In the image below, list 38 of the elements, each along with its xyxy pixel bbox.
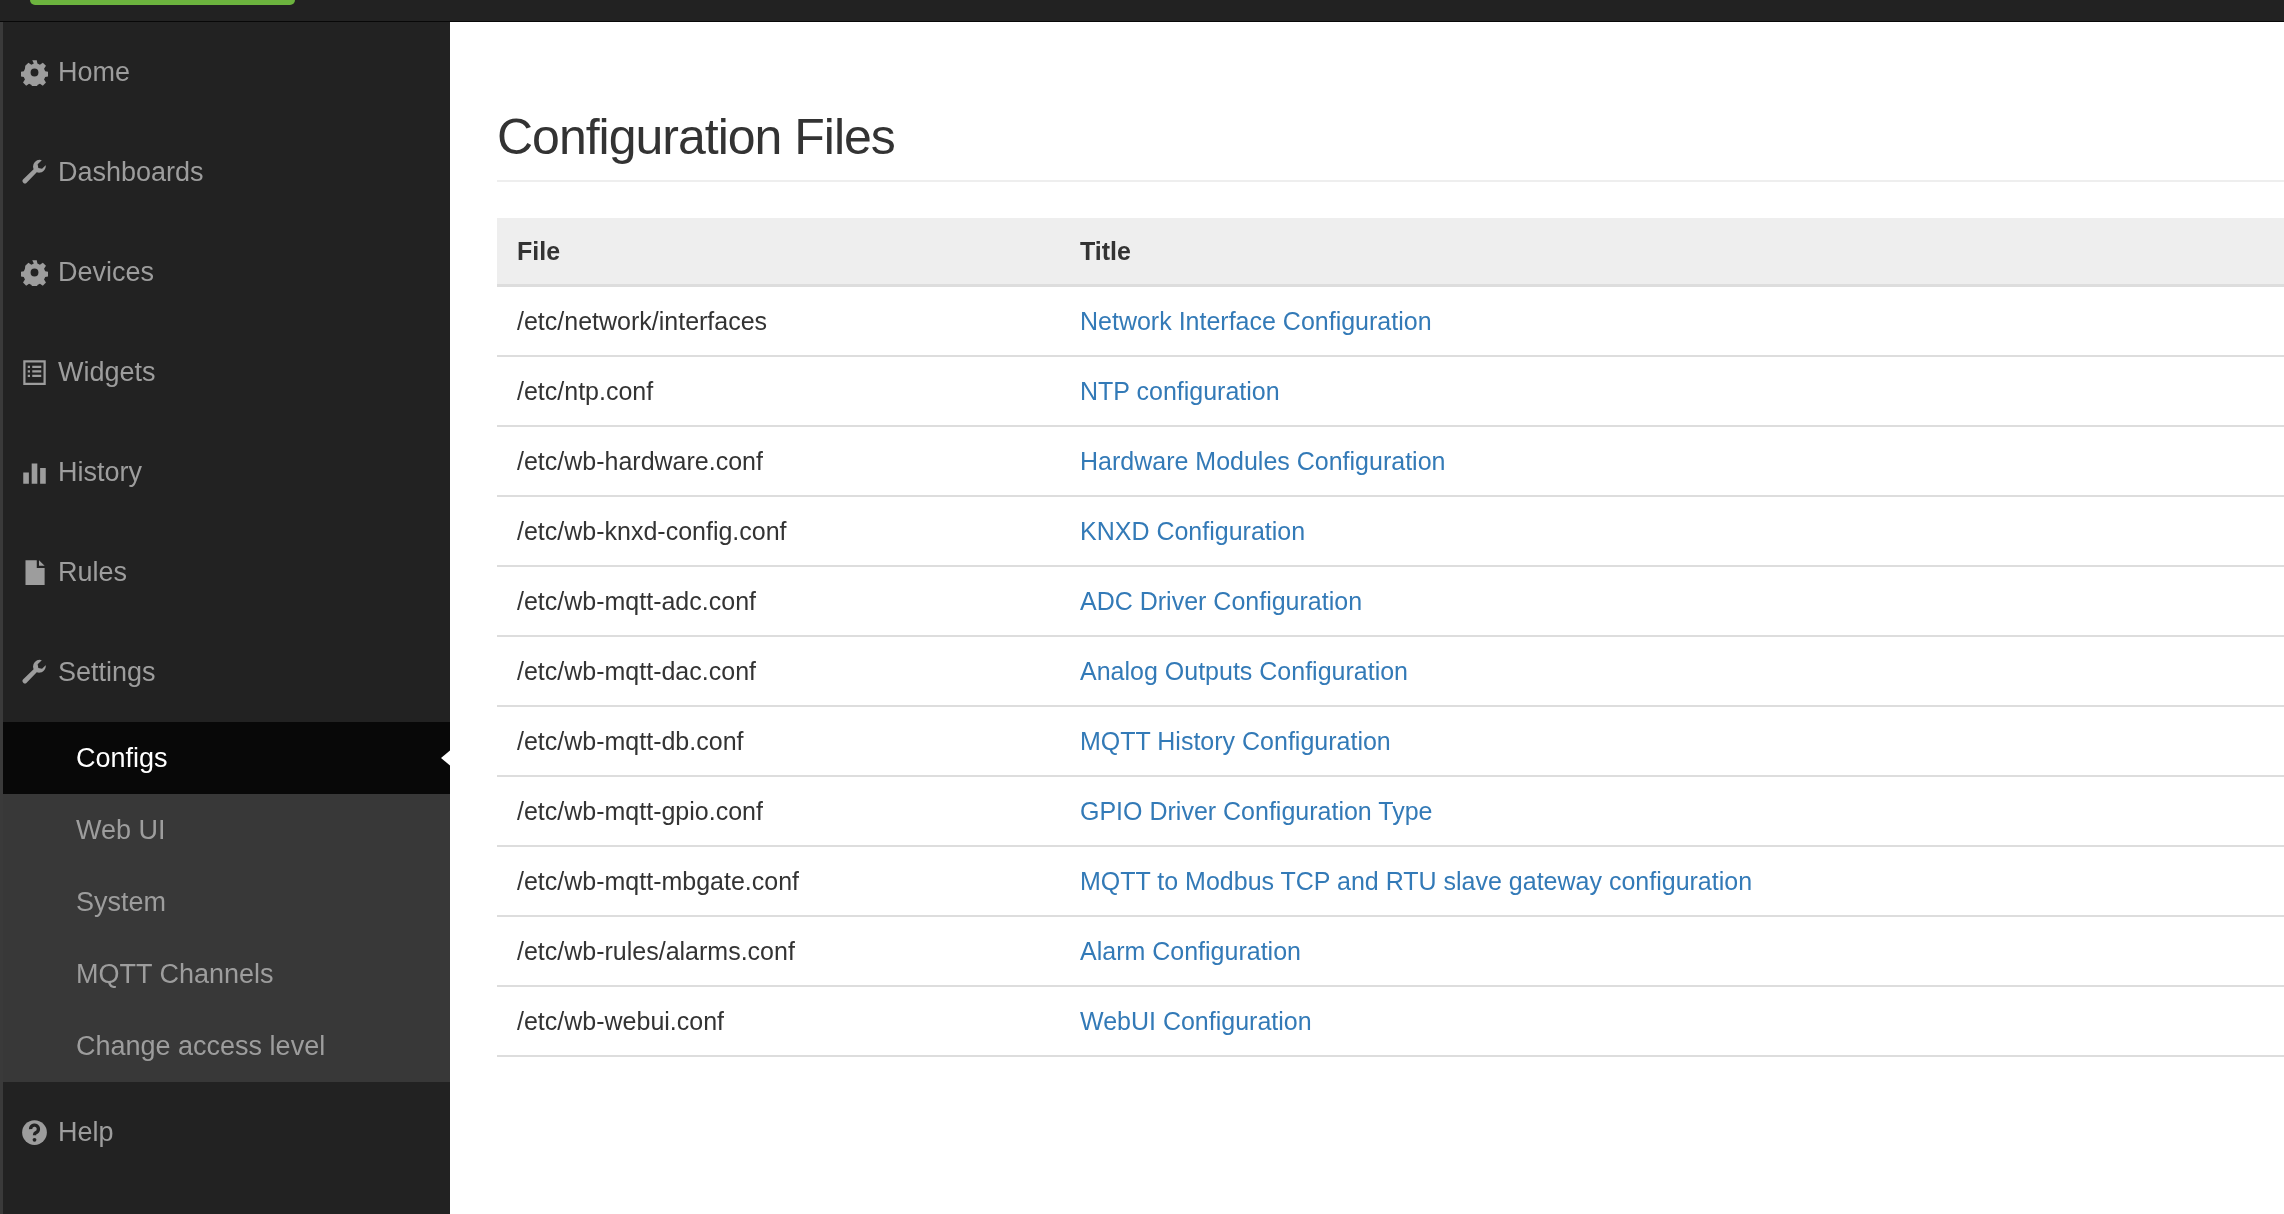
config-title-link[interactable]: MQTT History Configuration — [1080, 726, 1391, 755]
submenu-item[interactable]: Web UI — [3, 794, 450, 866]
nav-item[interactable]: Home — [3, 22, 450, 122]
file-path-cell: /etc/wb-hardware.conf — [497, 426, 1060, 496]
file-path-cell: /etc/wb-mqtt-db.conf — [497, 706, 1060, 776]
file-path-cell: /etc/ntp.conf — [497, 356, 1060, 426]
file-path-cell: /etc/wb-rules/alarms.conf — [497, 916, 1060, 986]
column-header: Title — [1060, 218, 2284, 286]
file-path-cell: /etc/wb-mqtt-dac.conf — [497, 636, 1060, 706]
file-path-cell: /etc/wb-mqtt-mbgate.conf — [497, 846, 1060, 916]
nav-item[interactable]: Settings — [3, 622, 450, 722]
file-path-cell: /etc/wb-mqtt-gpio.conf — [497, 776, 1060, 846]
config-title-link[interactable]: MQTT to Modbus TCP and RTU slave gateway configuration — [1080, 866, 1753, 895]
file-path-cell: /etc/wb-mqtt-adc.conf — [497, 566, 1060, 636]
nav-item[interactable]: Dashboards — [3, 122, 450, 222]
config-title-link[interactable]: Alarm Configuration — [1080, 936, 1301, 965]
page-title: Configuration Files — [497, 108, 2284, 182]
submenu-item[interactable]: System — [3, 866, 450, 938]
nav-item[interactable]: Rules — [3, 522, 450, 622]
nav-item[interactable]: Help — [3, 1082, 450, 1182]
submenu-item[interactable]: MQTT Channels — [3, 938, 450, 1010]
submenu-item[interactable]: Change access level — [3, 1010, 450, 1082]
config-title-link[interactable]: GPIO Driver Configuration Type — [1080, 796, 1433, 825]
nav-item[interactable]: History — [3, 422, 450, 522]
config-title-link[interactable]: KNXD Configuration — [1080, 516, 1306, 545]
submenu-item[interactable]: Configs — [3, 722, 450, 794]
file-path-cell: /etc/network/interfaces — [497, 285, 1060, 356]
nav-item[interactable]: Widgets — [3, 322, 450, 422]
file-path-cell: /etc/wb-webui.conf — [497, 986, 1060, 1056]
config-title-link[interactable]: NTP configuration — [1080, 376, 1280, 405]
config-title-link[interactable]: Hardware Modules Configuration — [1080, 446, 1446, 475]
file-path-cell: /etc/wb-knxd-config.conf — [497, 496, 1060, 566]
config-title-link[interactable]: Analog Outputs Configuration — [1080, 656, 1408, 685]
nav-item[interactable]: Devices — [3, 222, 450, 322]
config-title-link[interactable]: Network Interface Configuration — [1080, 306, 1432, 335]
column-header: File — [497, 218, 1060, 286]
config-title-link[interactable]: ADC Driver Configuration — [1080, 586, 1363, 615]
config-title-link[interactable]: WebUI Configuration — [1080, 1006, 1312, 1035]
